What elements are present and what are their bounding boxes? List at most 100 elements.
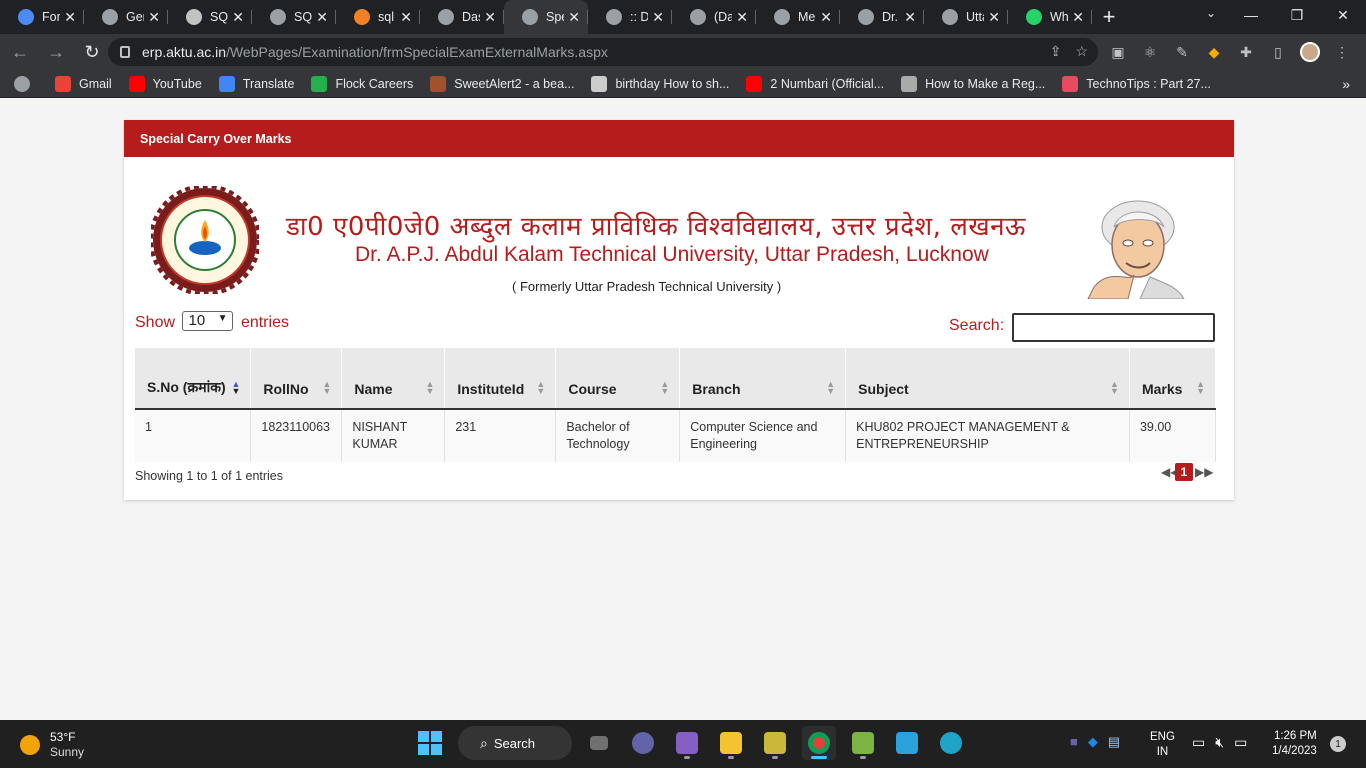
- start-windows-icon[interactable]: [418, 731, 442, 755]
- browser-tab[interactable]: (Dat✕: [672, 0, 756, 34]
- tab-close-icon[interactable]: ✕: [1072, 9, 1084, 26]
- column-header-label: Marks: [1141, 381, 1183, 397]
- browser-tab[interactable]: Dr. ✕: [840, 0, 924, 34]
- new-tab-button[interactable]: +: [1092, 0, 1126, 34]
- clock[interactable]: 1:26 PM 1/4/2023: [1272, 729, 1317, 759]
- column-header[interactable]: Marks ▲ ▼: [1129, 348, 1217, 410]
- page-length-select[interactable]: 10 ▼: [182, 311, 234, 331]
- bookmarks-overflow-icon[interactable]: »: [1342, 76, 1350, 92]
- bookmark-item[interactable]: Translate: [218, 75, 294, 92]
- tab-close-icon[interactable]: ✕: [652, 9, 664, 26]
- terminal-icon[interactable]: [890, 726, 924, 760]
- apps-globe-icon[interactable]: [14, 75, 38, 92]
- browser-tab[interactable]: Fon ✕: [0, 0, 84, 34]
- side-panel-icon[interactable]: ▯: [1268, 42, 1288, 62]
- bookmark-item[interactable]: Gmail: [55, 75, 112, 92]
- bookmark-item[interactable]: SweetAlert2 - a bea...: [430, 75, 574, 92]
- extensions-puzzle-icon[interactable]: ✚: [1236, 42, 1256, 62]
- forward-icon[interactable]: →: [40, 36, 72, 68]
- taskbar-search[interactable]: ⌕ Search: [458, 726, 572, 760]
- defender-tray-icon[interactable]: ◆: [1088, 734, 1098, 750]
- tab-close-icon[interactable]: ✕: [148, 9, 160, 26]
- reload-icon[interactable]: ↻: [76, 36, 108, 68]
- edge-icon[interactable]: [934, 726, 968, 760]
- search-input[interactable]: [1012, 313, 1215, 342]
- next-page-icon[interactable]: ▶▶: [1195, 465, 1213, 479]
- back-icon[interactable]: ←: [4, 36, 36, 68]
- tab-favicon-icon: [18, 9, 34, 25]
- bookmark-item[interactable]: How to Make a Reg...: [901, 75, 1045, 92]
- bookmark-item[interactable]: YouTube: [128, 75, 202, 92]
- visual-studio-icon[interactable]: [670, 726, 704, 760]
- menu-kebab-icon[interactable]: ⋮: [1332, 42, 1352, 62]
- lock-icon[interactable]: [120, 46, 130, 58]
- sort-icon: ▲ ▼: [660, 379, 670, 396]
- page-length-value: 10: [188, 312, 206, 329]
- extension-q-icon[interactable]: ▣: [1108, 42, 1128, 62]
- close-window-icon[interactable]: ✕: [1320, 0, 1366, 30]
- tab-close-icon[interactable]: ✕: [64, 9, 76, 26]
- notification-badge[interactable]: 1: [1330, 736, 1346, 752]
- tab-search-icon[interactable]: ⌄: [1206, 6, 1216, 20]
- tab-close-icon[interactable]: ✕: [736, 9, 748, 26]
- profile-avatar[interactable]: [1300, 42, 1320, 62]
- browser-tab[interactable]: sql ✕: [336, 0, 420, 34]
- teams-chat-icon[interactable]: [626, 726, 660, 760]
- bookmark-item[interactable]: Flock Careers: [311, 75, 413, 92]
- browser-tab[interactable]: Ger ✕: [84, 0, 168, 34]
- column-header[interactable]: S.No (क्रमांक) ▲ ▼: [135, 348, 252, 410]
- bookmarks-bar: Gmail YouTube Translate Flock Careers SweetA…: [0, 70, 1366, 98]
- browser-tab[interactable]: :: Dr✕: [588, 0, 672, 34]
- address-bar[interactable]: erp.aktu.ac.in/WebPages/Examination/frmS…: [108, 38, 1098, 66]
- tab-close-icon[interactable]: ✕: [400, 9, 412, 26]
- notepad-icon[interactable]: [846, 726, 880, 760]
- column-header[interactable]: Name ▲ ▼: [341, 348, 446, 410]
- browser-tab[interactable]: Mer ✕: [756, 0, 840, 34]
- tab-close-icon[interactable]: ✕: [232, 9, 244, 26]
- browser-tab[interactable]: Wh ✕: [1008, 0, 1092, 34]
- column-header[interactable]: Course ▲ ▼: [555, 348, 681, 410]
- extension-feather-icon[interactable]: ✎: [1172, 42, 1192, 62]
- browser-tab[interactable]: SQL✕: [252, 0, 336, 34]
- network-drive-tray-icon[interactable]: ▤: [1108, 734, 1120, 750]
- bookmark-item[interactable]: birthday How to sh...: [591, 75, 729, 92]
- bookmark-favicon-icon: [901, 75, 918, 92]
- bookmark-star-icon[interactable]: ☆: [1075, 43, 1088, 60]
- browser-tab[interactable]: Utta ✕: [924, 0, 1008, 34]
- column-header[interactable]: Branch ▲ ▼: [679, 348, 847, 410]
- browser-tab[interactable]: Das ✕: [420, 0, 504, 34]
- share-icon[interactable]: ⇪: [1050, 43, 1062, 60]
- minimize-icon[interactable]: —: [1228, 0, 1274, 30]
- tab-favicon-icon: [270, 9, 286, 25]
- bookmark-item[interactable]: 2 Numbari (Official...: [746, 75, 884, 92]
- tab-close-icon[interactable]: ✕: [904, 9, 916, 26]
- tab-close-icon[interactable]: ✕: [484, 9, 496, 26]
- page-viewport: Special Carry Over Marks डा0 ए0पी0जे0 अब…: [0, 99, 1366, 720]
- tab-close-icon[interactable]: ✕: [568, 9, 580, 26]
- tab-close-icon[interactable]: ✕: [820, 9, 832, 26]
- bookmark-item[interactable]: TechnoTips : Part 27...: [1062, 75, 1211, 92]
- page-1-button[interactable]: 1: [1175, 463, 1193, 481]
- excel-tool-icon[interactable]: [758, 726, 792, 760]
- teams-tray-icon[interactable]: ■: [1070, 734, 1078, 750]
- column-header[interactable]: InstituteId ▲ ▼: [444, 348, 557, 410]
- task-view-icon[interactable]: [582, 726, 616, 760]
- file-explorer-icon[interactable]: [714, 726, 748, 760]
- chrome-icon[interactable]: [802, 726, 836, 760]
- column-header[interactable]: RollNo ▲ ▼: [250, 348, 343, 410]
- speaker-muted-icon: 🔇︎: [1215, 734, 1225, 750]
- tab-close-icon[interactable]: ✕: [988, 9, 1000, 26]
- marks-card: Special Carry Over Marks डा0 ए0पी0जे0 अब…: [124, 120, 1234, 500]
- tab-close-icon[interactable]: ✕: [316, 9, 328, 26]
- previous-page-icon[interactable]: ◀◀: [1161, 465, 1179, 479]
- quick-settings[interactable]: ▭ 🔇︎ ▭: [1192, 734, 1247, 751]
- language-indicator[interactable]: ENG IN: [1150, 730, 1175, 760]
- extension-a-icon[interactable]: ◆: [1204, 42, 1224, 62]
- restore-icon[interactable]: ❐: [1274, 0, 1320, 30]
- tab-label: Spe: [546, 10, 564, 24]
- extension-react-icon[interactable]: ⚛: [1140, 42, 1160, 62]
- column-header[interactable]: Subject ▲ ▼: [845, 348, 1130, 410]
- browser-tab[interactable]: SQL✕: [168, 0, 252, 34]
- browser-tab[interactable]: Spe ✕: [504, 0, 588, 34]
- weather-widget[interactable]: 53°F Sunny: [20, 730, 84, 760]
